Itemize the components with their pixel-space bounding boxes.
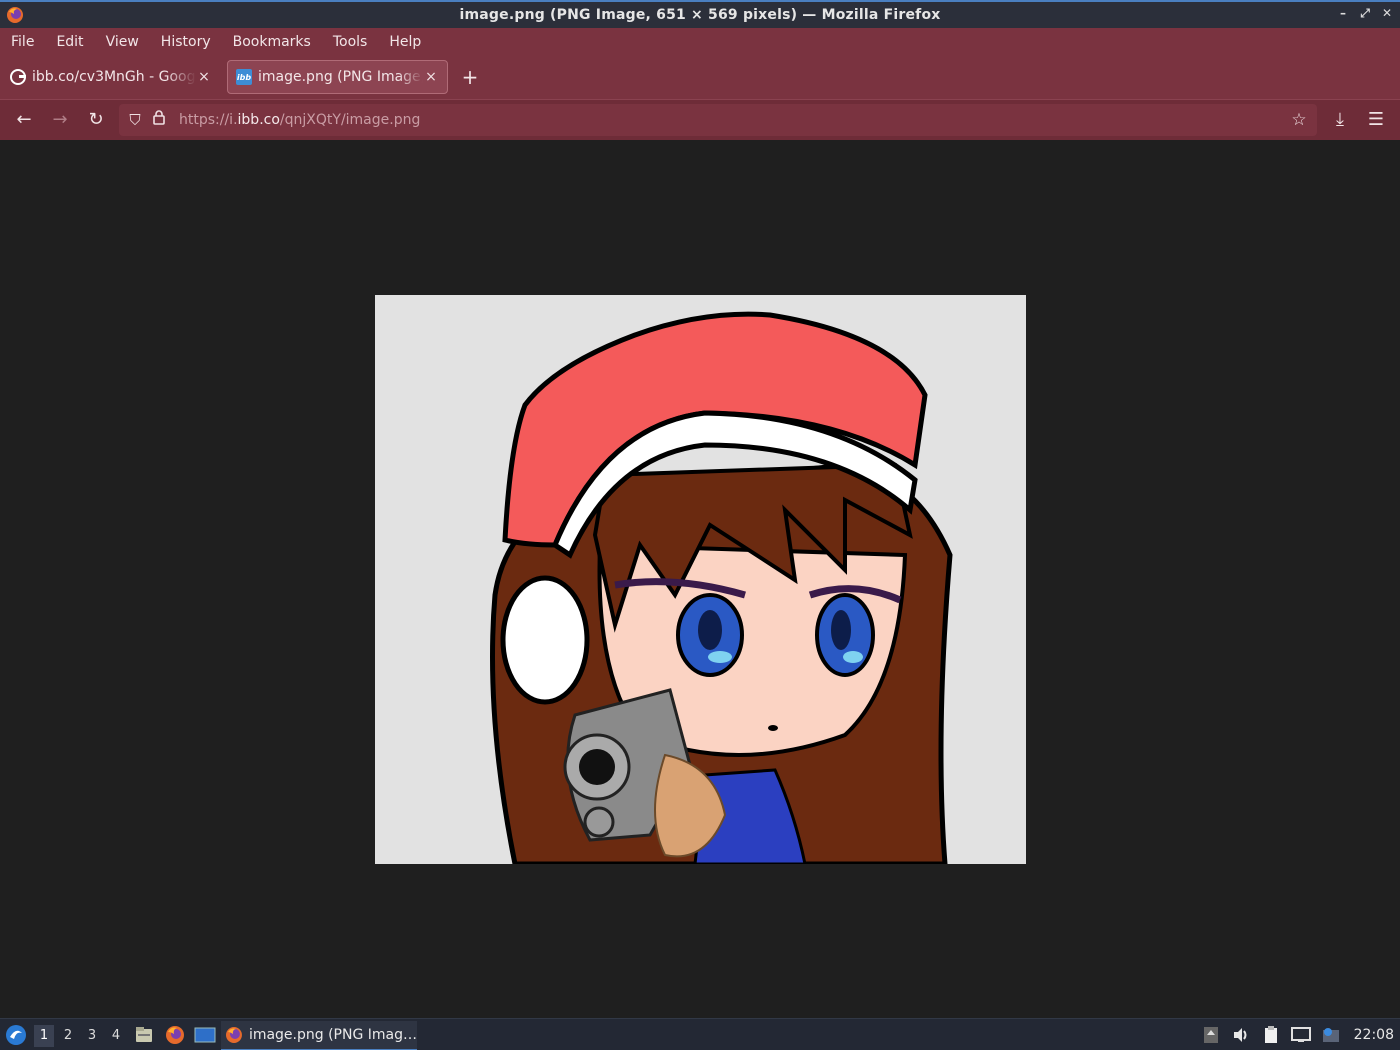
upload-svg — [1203, 1027, 1218, 1043]
taskbar-window-title: image.png (PNG Imag… — [248, 1027, 417, 1043]
tab-title: image.png (PNG Image, 651 × 569 pixels) — [258, 69, 423, 85]
anime-girl-illustration — [490, 311, 953, 864]
workspace-1[interactable]: 1 — [34, 1025, 54, 1047]
desktop-icon[interactable] — [194, 1026, 216, 1044]
start-logo — [6, 1025, 26, 1045]
minimize-icon[interactable]: – — [1336, 6, 1350, 21]
volume-icon[interactable] — [1228, 1024, 1254, 1046]
clipboard-icon[interactable] — [1258, 1024, 1284, 1046]
lock-icon-svg — [153, 110, 165, 125]
workspace-3[interactable]: 3 — [82, 1025, 102, 1047]
network-svg — [1290, 1027, 1311, 1042]
menu-edit[interactable]: Edit — [49, 34, 90, 50]
back-button[interactable]: ← — [11, 108, 37, 132]
tab-title: ibb.co/cv3MnGh - Google — [32, 69, 196, 85]
app-menu-button[interactable]: ☰ — [1363, 108, 1389, 132]
tab-strip: ibb.co/cv3MnGh - Google × ibb image.png … — [0, 55, 1400, 99]
menu-bookmarks[interactable]: Bookmarks — [226, 34, 318, 50]
workspace-4[interactable]: 4 — [106, 1025, 126, 1047]
taskbar-window-firefox[interactable]: image.png (PNG Imag… — [221, 1021, 417, 1050]
clipboard-svg — [1264, 1026, 1277, 1043]
menu-file[interactable]: File — [4, 34, 41, 50]
clock[interactable]: 22:08 — [1354, 1027, 1394, 1043]
downloads-button[interactable]: ⤓ — [1327, 108, 1353, 132]
window-title: image.png (PNG Image, 651 × 569 pixels) … — [459, 7, 941, 23]
url-path: /qnjXQtY/image.png — [279, 112, 421, 128]
forward-button[interactable]: → — [47, 108, 73, 132]
volume-svg — [1233, 1028, 1247, 1042]
new-tab-button[interactable]: + — [459, 66, 481, 88]
firefox-window: image.png (PNG Image, 651 × 569 pixels) … — [0, 0, 1400, 1050]
firefox-launcher-icon[interactable] — [164, 1024, 186, 1046]
maximize-icon[interactable]: ⤢ — [1358, 6, 1372, 21]
tab-close-icon[interactable]: × — [196, 69, 212, 85]
file-manager-icon[interactable] — [134, 1025, 154, 1045]
url-prefix: https://i. — [179, 112, 238, 128]
network-icon[interactable] — [1288, 1024, 1314, 1046]
system-tray: 22:08 — [1198, 1019, 1400, 1050]
menu-view[interactable]: View — [99, 34, 146, 50]
close-icon[interactable]: ✕ — [1380, 6, 1394, 21]
title-bar: image.png (PNG Image, 651 × 569 pixels) … — [0, 0, 1400, 28]
tab-close-icon[interactable]: × — [423, 69, 439, 85]
bookmark-star-icon[interactable]: ☆ — [1287, 108, 1311, 132]
firefox-logo-icon — [7, 7, 23, 23]
firefox-launcher-svg — [166, 1026, 184, 1044]
window-controls: – ⤢ ✕ — [1336, 6, 1394, 21]
tracking-shield-icon[interactable]: ⛉ — [123, 108, 147, 132]
menu-help[interactable]: Help — [382, 34, 428, 50]
reload-button[interactable]: ↻ — [83, 108, 109, 132]
page-content — [0, 140, 1400, 1018]
menu-bar: File Edit View History Bookmarks Tools H… — [0, 28, 1400, 55]
google-icon — [10, 69, 26, 85]
notification-icon[interactable] — [1318, 1024, 1344, 1046]
lock-icon[interactable] — [147, 108, 171, 132]
notification-svg — [1322, 1028, 1339, 1042]
taskbar: 1 2 3 4 image.png (PNG Imag… 22:08 — [0, 1018, 1400, 1050]
url-text[interactable]: https://i.ibb.co/qnjXQtY/image.png — [179, 112, 420, 128]
file-manager-svg — [136, 1027, 152, 1042]
tab-image[interactable]: ibb image.png (PNG Image, 651 × 569 pixe… — [227, 60, 448, 94]
displayed-image[interactable] — [375, 295, 1026, 864]
firefox-task-icon — [225, 1027, 242, 1043]
workspace-2[interactable]: 2 — [58, 1025, 78, 1047]
menu-history[interactable]: History — [154, 34, 218, 50]
upload-icon[interactable] — [1198, 1024, 1224, 1046]
menu-tools[interactable]: Tools — [326, 34, 375, 50]
start-menu-icon[interactable] — [4, 1023, 28, 1047]
navigation-toolbar: ← → ↻ ⛉ https://i.ibb.co/qnjXQtY/image.p… — [0, 99, 1400, 140]
desktop-svg — [194, 1027, 216, 1043]
url-bar[interactable]: ⛉ https://i.ibb.co/qnjXQtY/image.png ☆ — [119, 104, 1317, 136]
ibb-icon: ibb — [236, 69, 252, 85]
url-host: ibb.co — [237, 112, 280, 128]
tab-google[interactable]: ibb.co/cv3MnGh - Google × — [2, 60, 220, 94]
